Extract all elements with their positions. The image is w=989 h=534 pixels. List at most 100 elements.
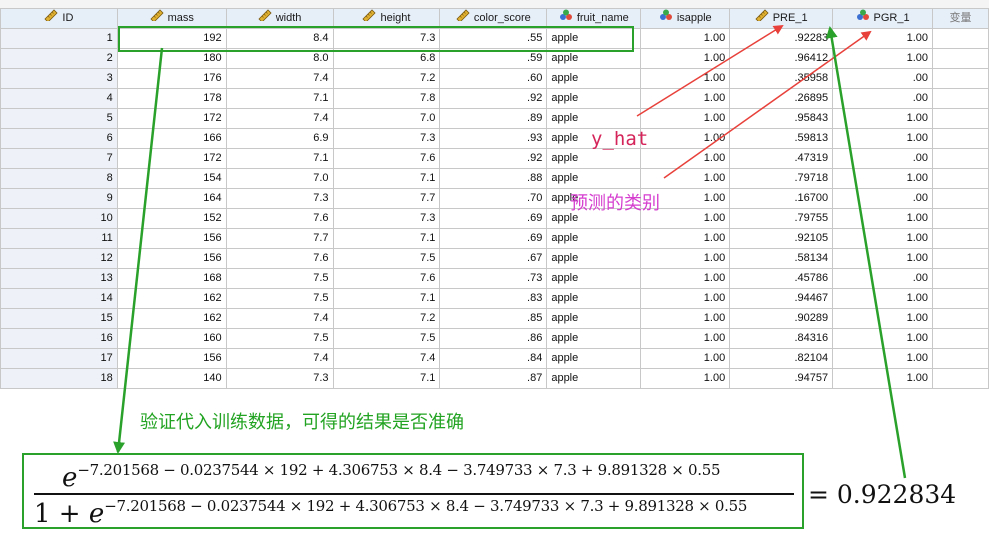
cell-height[interactable]: 7.6 (332, 268, 441, 289)
cell-width[interactable]: 6.9 (225, 128, 334, 149)
cell-mass[interactable]: 176 (116, 68, 227, 89)
cell-empty[interactable] (932, 188, 989, 209)
cell-pre[interactable]: .94757 (729, 368, 834, 389)
cell-color_score[interactable]: .89 (439, 108, 548, 129)
cell-pre[interactable]: .84316 (729, 328, 834, 349)
cell-pgr[interactable]: 1.00 (832, 228, 933, 249)
cell-color_score[interactable]: .83 (439, 288, 548, 309)
row-header-cell[interactable]: 17 (0, 348, 118, 369)
cell-empty[interactable] (932, 168, 989, 189)
cell-empty[interactable] (932, 68, 989, 89)
cell-height[interactable]: 7.2 (332, 308, 441, 329)
cell-mass[interactable]: 152 (116, 208, 227, 229)
cell-pgr[interactable]: .00 (832, 148, 933, 169)
cell-height[interactable]: 7.5 (332, 248, 441, 269)
cell-isapple[interactable]: 1.00 (640, 148, 731, 169)
cell-empty[interactable] (932, 208, 989, 229)
cell-isapple[interactable]: 1.00 (640, 28, 731, 49)
cell-color_score[interactable]: .93 (439, 128, 548, 149)
cell-isapple[interactable]: 1.00 (640, 348, 731, 369)
cell-pre[interactable]: .82104 (729, 348, 834, 369)
cell-height[interactable]: 7.1 (332, 168, 441, 189)
row-header-cell[interactable]: 2 (0, 48, 118, 69)
cell-fruit_name[interactable]: apple (546, 328, 642, 349)
cell-isapple[interactable]: 1.00 (640, 308, 731, 329)
cell-pre[interactable]: .26895 (729, 88, 834, 109)
cell-mass[interactable]: 178 (116, 88, 227, 109)
cell-pgr[interactable]: .00 (832, 188, 933, 209)
cell-color_score[interactable]: .88 (439, 168, 548, 189)
cell-isapple[interactable]: 1.00 (640, 368, 731, 389)
cell-height[interactable]: 7.3 (332, 208, 441, 229)
cell-mass[interactable]: 154 (116, 168, 227, 189)
cell-pre[interactable]: .95843 (729, 108, 834, 129)
cell-color_score[interactable]: .84 (439, 348, 548, 369)
column-header-id[interactable]: ID (0, 8, 118, 29)
cell-width[interactable]: 7.1 (225, 148, 334, 169)
cell-mass[interactable]: 162 (116, 288, 227, 309)
row-header-cell[interactable]: 14 (0, 288, 118, 309)
cell-fruit_name[interactable]: apple (546, 168, 642, 189)
cell-pgr[interactable]: 1.00 (832, 368, 933, 389)
cell-empty[interactable] (932, 128, 989, 149)
cell-pre[interactable]: .35958 (729, 68, 834, 89)
cell-pgr[interactable]: .00 (832, 68, 933, 89)
cell-mass[interactable]: 172 (116, 108, 227, 129)
cell-width[interactable]: 7.4 (225, 348, 334, 369)
cell-fruit_name[interactable]: apple (546, 228, 642, 249)
column-header-pgr[interactable]: PGR_1 (832, 8, 933, 29)
cell-isapple[interactable]: 1.00 (640, 248, 731, 269)
cell-isapple[interactable]: 1.00 (640, 128, 731, 149)
cell-isapple[interactable]: 1.00 (640, 108, 731, 129)
cell-mass[interactable]: 160 (116, 328, 227, 349)
row-header-cell[interactable]: 6 (0, 128, 118, 149)
cell-isapple[interactable]: 1.00 (640, 328, 731, 349)
cell-pgr[interactable]: 1.00 (832, 168, 933, 189)
cell-width[interactable]: 7.1 (225, 88, 334, 109)
cell-height[interactable]: 7.7 (332, 188, 441, 209)
row-header-cell[interactable]: 10 (0, 208, 118, 229)
cell-pre[interactable]: .79755 (729, 208, 834, 229)
cell-height[interactable]: 7.0 (332, 108, 441, 129)
cell-width[interactable]: 7.5 (225, 268, 334, 289)
cell-color_score[interactable]: .92 (439, 88, 548, 109)
row-header-cell[interactable]: 5 (0, 108, 118, 129)
cell-color_score[interactable]: .70 (439, 188, 548, 209)
cell-pre[interactable]: .45786 (729, 268, 834, 289)
column-header-var[interactable]: 变量 (932, 8, 989, 29)
cell-height[interactable]: 7.5 (332, 328, 441, 349)
row-header-cell[interactable]: 9 (0, 188, 118, 209)
cell-mass[interactable]: 156 (116, 248, 227, 269)
cell-fruit_name[interactable]: apple (546, 268, 642, 289)
cell-height[interactable]: 7.2 (332, 68, 441, 89)
row-header-cell[interactable]: 13 (0, 268, 118, 289)
cell-pre[interactable]: .96412 (729, 48, 834, 69)
cell-mass[interactable]: 140 (116, 368, 227, 389)
cell-width[interactable]: 7.6 (225, 248, 334, 269)
cell-fruit_name[interactable]: apple (546, 248, 642, 269)
row-header-cell[interactable]: 3 (0, 68, 118, 89)
cell-mass[interactable]: 162 (116, 308, 227, 329)
cell-color_score[interactable]: .67 (439, 248, 548, 269)
cell-width[interactable]: 7.6 (225, 208, 334, 229)
row-header-cell[interactable]: 11 (0, 228, 118, 249)
cell-mass[interactable]: 156 (116, 348, 227, 369)
cell-width[interactable]: 7.7 (225, 228, 334, 249)
cell-isapple[interactable]: 1.00 (640, 268, 731, 289)
cell-width[interactable]: 7.4 (225, 68, 334, 89)
cell-mass[interactable]: 156 (116, 228, 227, 249)
cell-pgr[interactable]: 1.00 (832, 128, 933, 149)
row-header-cell[interactable]: 16 (0, 328, 118, 349)
cell-fruit_name[interactable]: apple (546, 88, 642, 109)
cell-empty[interactable] (932, 88, 989, 109)
cell-pgr[interactable]: .00 (832, 268, 933, 289)
cell-isapple[interactable]: 1.00 (640, 228, 731, 249)
cell-pgr[interactable]: 1.00 (832, 308, 933, 329)
cell-empty[interactable] (932, 268, 989, 289)
row-header-cell[interactable]: 7 (0, 148, 118, 169)
cell-empty[interactable] (932, 228, 989, 249)
cell-pre[interactable]: .92105 (729, 228, 834, 249)
cell-isapple[interactable]: 1.00 (640, 168, 731, 189)
cell-isapple[interactable]: 1.00 (640, 288, 731, 309)
cell-pre[interactable]: .16700 (729, 188, 834, 209)
